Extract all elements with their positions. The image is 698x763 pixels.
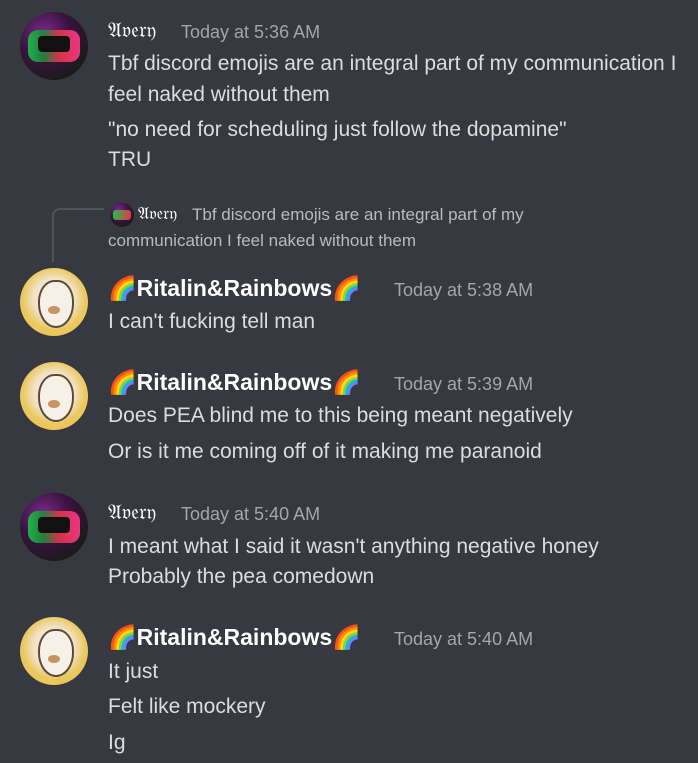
timestamp: Today at 5:36 AM — [181, 22, 321, 42]
username-text[interactable]: Ritalin&Rainbows — [137, 369, 333, 395]
chat-messages: 𝔄𝔳𝔢𝔯𝔶 Today at 5:36 AM Tbf discord emoji… — [0, 0, 698, 763]
username[interactable]: 𝔄𝔳𝔢𝔯𝔶 — [108, 500, 156, 525]
avatar[interactable] — [20, 493, 88, 561]
reply-author[interactable]: 𝔄𝔳𝔢𝔯𝔶 — [138, 204, 177, 224]
message-text: It just — [108, 660, 159, 683]
avatar[interactable] — [20, 617, 88, 685]
rainbow-emoji-icon: 🌈 — [108, 369, 137, 395]
message-text: Tbf discord emojis are an integral part … — [108, 52, 677, 75]
username[interactable]: 🌈Ritalin&Rainbows🌈 — [108, 624, 361, 651]
message-text: Felt like mockery — [108, 695, 266, 718]
timestamp: Today at 5:40 AM — [394, 629, 534, 649]
message-text: I meant what I said it wasn't anything n… — [108, 535, 599, 558]
username[interactable]: 🌈Ritalin&Rainbows🌈 — [108, 275, 361, 302]
avatar[interactable] — [20, 362, 88, 430]
rainbow-emoji-icon: 🌈 — [108, 275, 137, 301]
rainbow-emoji-icon: 🌈 — [332, 369, 361, 395]
timestamp: Today at 5:39 AM — [394, 374, 534, 394]
message-text: Or is it me coming off of it making me p… — [108, 440, 542, 463]
timestamp: Today at 5:38 AM — [394, 280, 534, 300]
timestamp: Today at 5:40 AM — [181, 504, 321, 524]
reply-avatar[interactable] — [110, 203, 134, 227]
reply-connector — [52, 208, 104, 262]
message-text: I can't fucking tell man — [108, 310, 316, 333]
message-text: Ig — [108, 731, 126, 754]
rainbow-emoji-icon: 🌈 — [332, 624, 361, 650]
username[interactable]: 𝔄𝔳𝔢𝔯𝔶 — [108, 18, 156, 43]
rainbow-emoji-icon: 🌈 — [332, 275, 361, 301]
reply-preview[interactable]: communication I feel naked without them — [108, 231, 416, 251]
message-text: Probably the pea comedown — [108, 565, 375, 588]
username-text[interactable]: Ritalin&Rainbows — [137, 275, 333, 301]
message-text: feel naked without them — [108, 83, 330, 106]
message-text: Does PEA blind me to this being meant ne… — [108, 404, 573, 427]
avatar[interactable] — [20, 12, 88, 80]
avatar[interactable] — [20, 268, 88, 336]
username-text[interactable]: Ritalin&Rainbows — [137, 624, 333, 650]
username[interactable]: 🌈Ritalin&Rainbows🌈 — [108, 369, 361, 396]
rainbow-emoji-icon: 🌈 — [108, 624, 137, 650]
message-text: TRU — [108, 148, 152, 171]
message-text: "no need for scheduling just follow the … — [108, 118, 567, 141]
reply-preview[interactable]: Tbf discord emojis are an integral part … — [192, 205, 524, 225]
